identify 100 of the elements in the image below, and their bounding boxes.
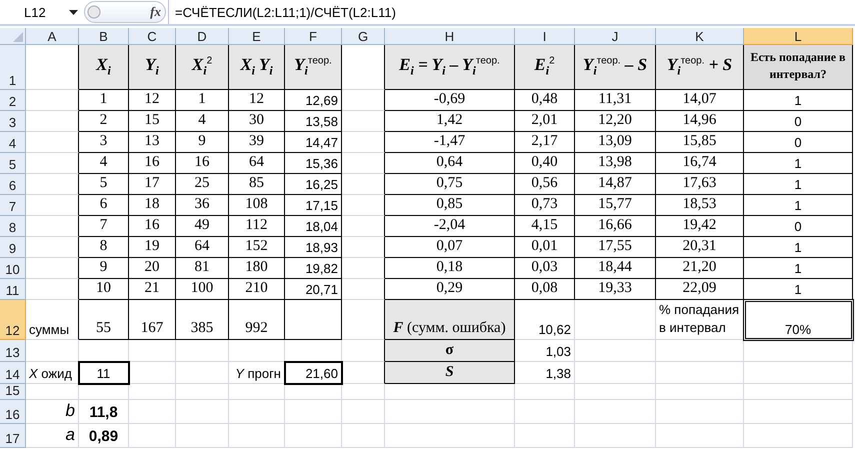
table-cell: 14,47 [285,132,342,153]
table-cell: 0 [744,216,853,237]
row-header[interactable]: 16 [0,400,26,424]
table-cell: 18,53 [656,195,744,216]
empty-cell [342,400,385,424]
column-header[interactable]: I [515,28,575,45]
table-cell: 11,8 [79,400,129,424]
column-header[interactable]: J [575,28,656,45]
row-header[interactable]: 1 [0,45,26,90]
table-cell: 30 [229,111,285,132]
row-header[interactable]: 6 [0,174,26,195]
table-cell: 1 [744,258,853,279]
select-all-button[interactable] [0,28,26,45]
table-cell: 13 [129,132,176,153]
column-header[interactable]: L [744,28,853,45]
insert-function-button[interactable]: fx [150,4,161,20]
table-cell: 4 [176,111,229,132]
column-header[interactable]: G [342,28,385,45]
column-header[interactable]: D [176,28,229,45]
table-cell: 19 [129,237,176,258]
empty-cell [342,132,385,153]
row-header[interactable]: 9 [0,237,26,258]
table-cell: 0,07 [385,237,515,258]
empty-cell [79,384,129,400]
table-cell: 0,40 [515,153,575,174]
row-header[interactable]: 12 [0,300,26,340]
table-cell: 0,08 [515,279,575,300]
table-cell: 16,74 [656,153,744,174]
table-cell: 17 [129,174,176,195]
table-cell: 1 [744,237,853,258]
table-cell: 10 [79,279,129,300]
table-cell: 100 [176,279,229,300]
empty-cell [515,400,575,424]
table-cell: 7 [79,216,129,237]
triangle-icon [13,32,23,42]
table-cell: 1 [79,90,129,111]
table-cell: 5 [79,174,129,195]
empty-cell [129,424,176,448]
table-cell: 17,63 [656,174,744,195]
table-cell: 6 [79,195,129,216]
row-header[interactable]: 7 [0,195,26,216]
table-cell: 112 [229,216,285,237]
table-cell: X$_{i}$ Y$_{i}$ [229,45,285,90]
table-cell: 17,15 [285,195,342,216]
row-header[interactable]: 10 [0,258,26,279]
row-header[interactable]: 5 [0,153,26,174]
table-cell: 10,62 [515,300,575,340]
table-cell: 16 [176,153,229,174]
row-header[interactable]: 17 [0,424,26,448]
empty-cell [342,237,385,258]
table-cell: % попадания в интервал [656,300,744,340]
row-header[interactable]: 3 [0,111,26,132]
table-cell: 385 [176,300,229,340]
table-cell: 16 [129,153,176,174]
empty-cell [515,424,575,448]
row-header[interactable]: 4 [0,132,26,153]
column-header[interactable]: C [129,28,176,45]
circle-icon[interactable] [87,5,101,19]
table-cell: 0,03 [515,258,575,279]
column-header[interactable]: E [229,28,285,45]
empty-cell [342,174,385,195]
formula-field[interactable]: =СЧЁТЕСЛИ(L2:L11;1)/СЧЁТ(L2:L11) [168,0,855,24]
row-header[interactable]: 14 [0,362,26,384]
table-cell: 108 [229,195,285,216]
table-cell: 15,85 [656,132,744,153]
table-cell: a [26,424,79,448]
row-header[interactable]: 2 [0,90,26,111]
empty-cell [129,340,176,362]
empty-cell [515,384,575,400]
empty-cell [342,384,385,400]
column-header[interactable]: B [79,28,129,45]
table-cell: 0,85 [385,195,515,216]
row-header[interactable]: 15 [0,384,26,400]
table-cell: 0 [744,132,853,153]
table-cell: 1 [176,90,229,111]
table-cell: 55 [79,300,129,340]
column-header[interactable]: F [285,28,342,45]
row-header[interactable]: 13 [0,340,26,362]
table-cell: b [26,400,79,424]
table-cell: 0 [744,111,853,132]
table-cell: 18,44 [575,258,656,279]
table-cell: 14,07 [656,90,744,111]
table-cell: 39 [229,132,285,153]
table-cell: 70% [744,300,853,340]
table-cell: суммы [26,300,79,340]
table-cell: 20 [129,258,176,279]
row-header[interactable]: 8 [0,216,26,237]
empty-cell [342,195,385,216]
column-header[interactable]: K [656,28,744,45]
row-header[interactable]: 11 [0,279,26,300]
empty-cell [342,258,385,279]
table-cell: 210 [229,279,285,300]
name-box[interactable]: L12 [0,1,84,23]
table-cell: 15,77 [575,195,656,216]
column-header[interactable]: A [26,28,79,45]
table-cell: 49 [176,216,229,237]
table-cell: 13,98 [575,153,656,174]
table-cell: 9 [176,132,229,153]
caret-icon[interactable] [69,10,78,14]
column-header[interactable]: H [385,28,515,45]
